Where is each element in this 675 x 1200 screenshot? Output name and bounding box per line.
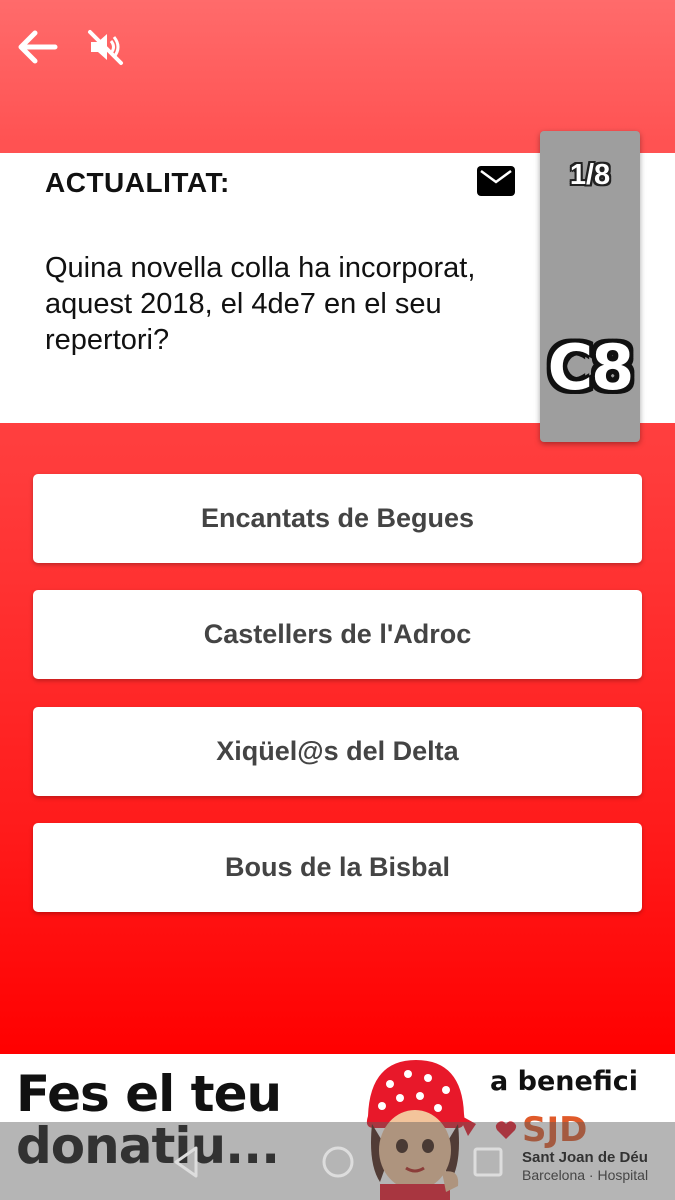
circle-home-icon [322,1146,354,1178]
top-bar [0,0,675,150]
category-badge: C8 [547,331,635,404]
nav-recents-button[interactable] [468,1142,508,1182]
system-navigation-bar [0,1122,675,1200]
square-recents-icon [473,1147,503,1177]
progress-panel: 1/8 C8 [540,131,640,442]
question-category: ACTUALITAT: [45,167,230,198]
back-button[interactable] [12,22,62,72]
arrow-left-icon [18,30,58,64]
volume-off-icon [88,30,123,65]
envelope-icon [477,166,515,196]
answer-option-1[interactable]: Encantats de Begues [33,474,642,563]
answer-option-2[interactable]: Castellers de l'Adroc [33,590,642,679]
report-button[interactable] [476,165,516,197]
nav-back-button[interactable] [168,1142,208,1182]
banner-benefit-text: a benefici [490,1066,639,1097]
mute-button[interactable] [80,22,130,72]
question-counter: 1/8 [569,159,611,191]
triangle-back-icon [174,1146,198,1178]
answer-option-3[interactable]: Xiqüel@s del Delta [33,707,642,796]
question-text: Quina novella colla ha incorporat, aques… [45,252,476,356]
answer-option-4[interactable]: Bous de la Bisbal [33,823,642,912]
nav-home-button[interactable] [318,1142,358,1182]
